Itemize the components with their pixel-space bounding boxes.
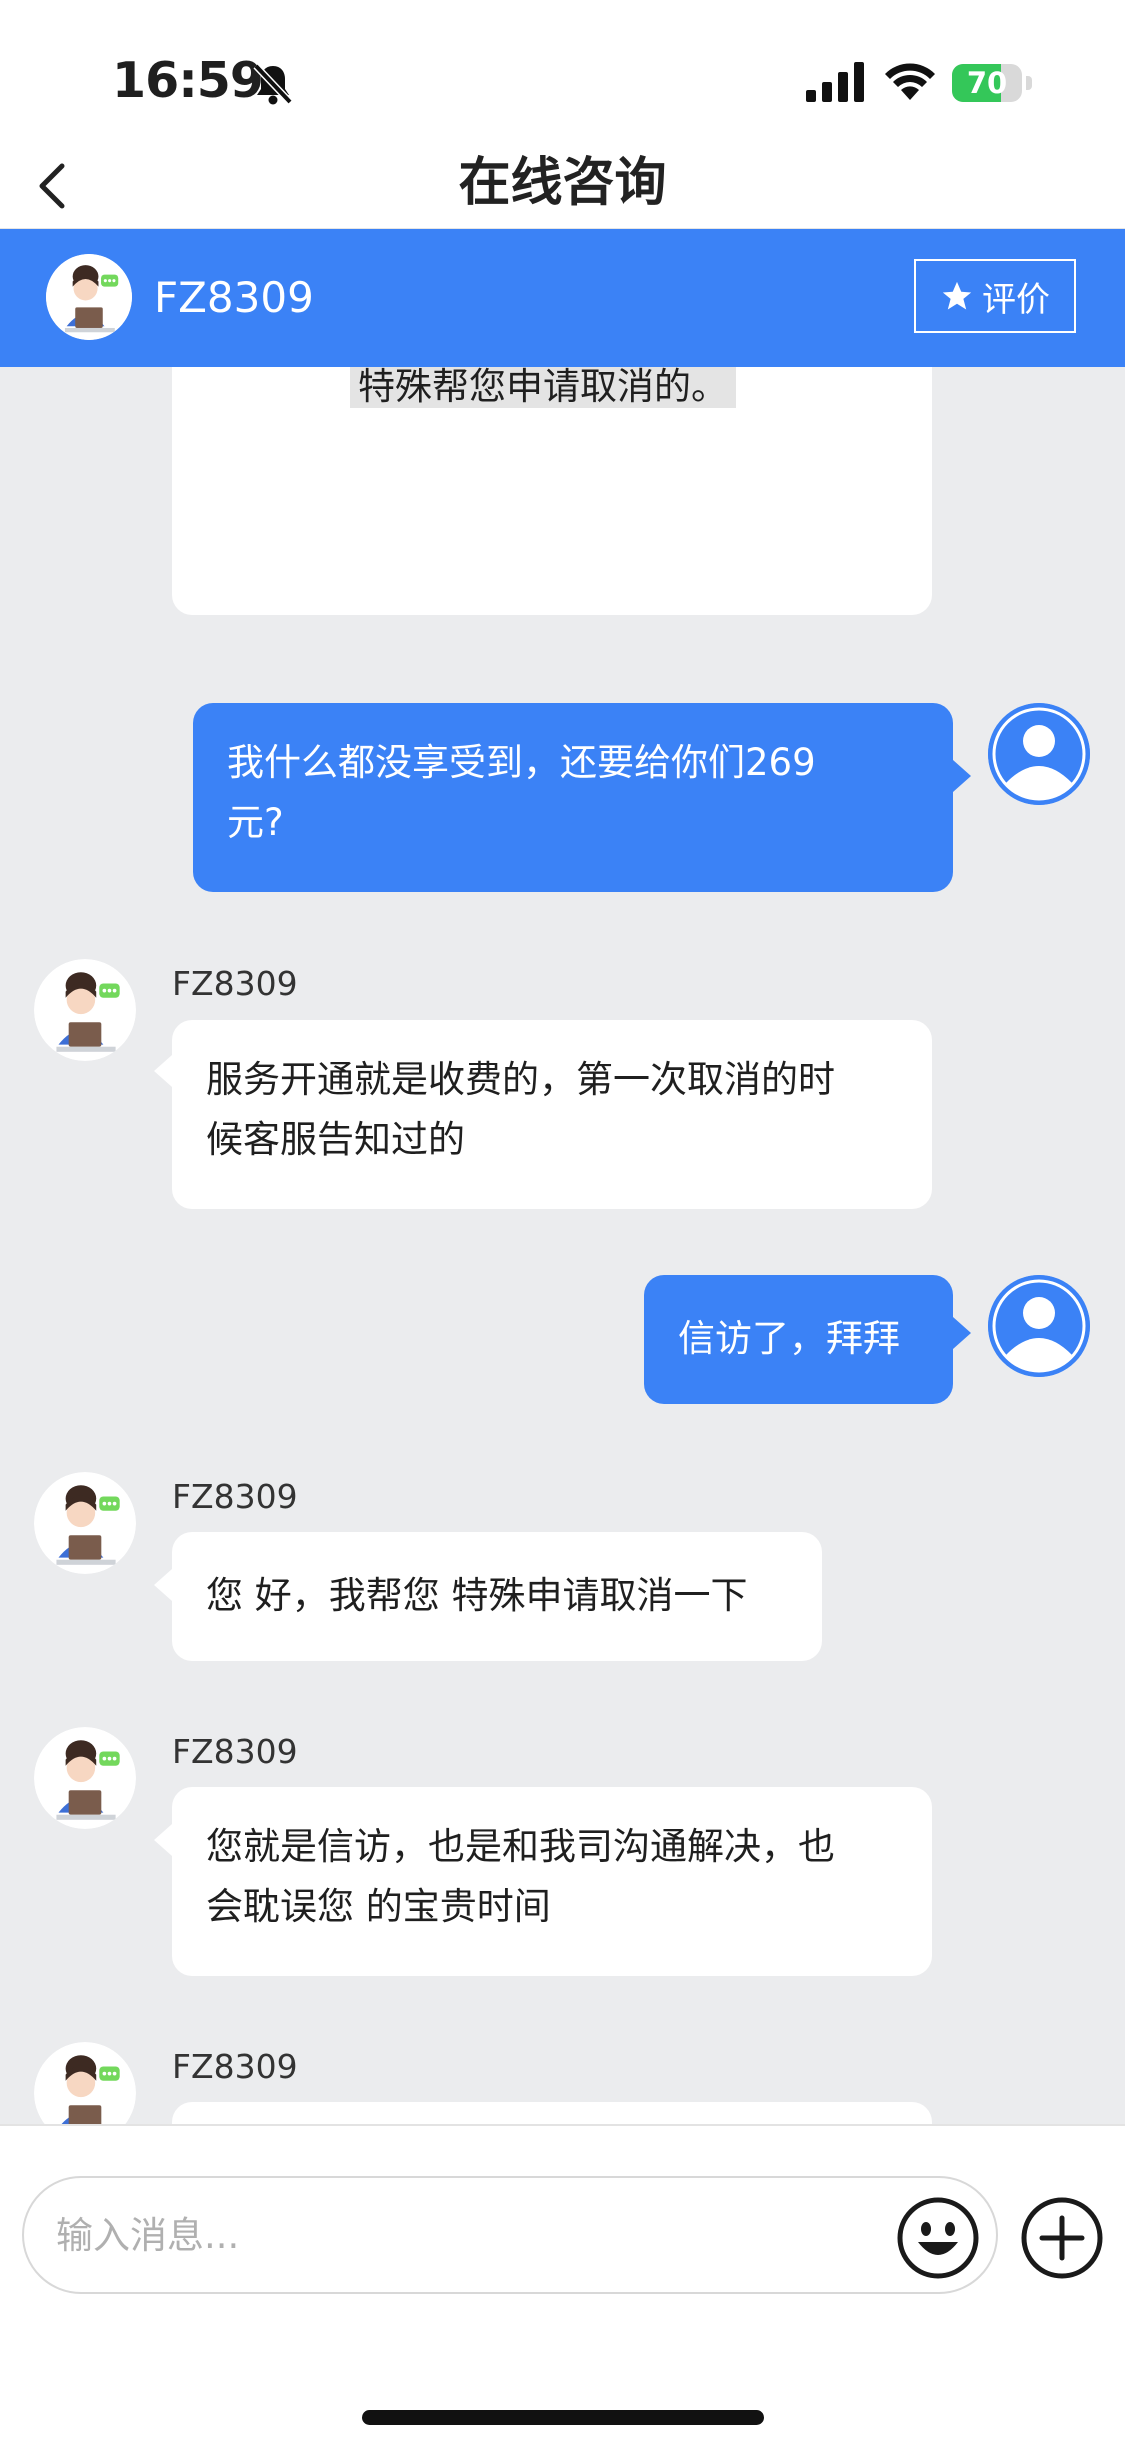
- agent-message-bubble: 您 好，我帮您 特殊申请取消一下: [172, 1532, 822, 1661]
- battery-level: 70: [966, 66, 1008, 100]
- agent-message-bubble: 特殊帮您申请取消的。: [172, 367, 932, 615]
- message-line: 您就是信访，也是和我司沟通解决，也: [206, 1825, 835, 1868]
- user-message-bubble: 信访了，拜拜: [644, 1275, 953, 1404]
- bubble-tail: [154, 1569, 172, 1601]
- bell-slash-icon: [253, 63, 293, 105]
- agent-message-bubble: 服务开通就是收费的，第一次取消的时 候客服告知过的: [172, 1020, 932, 1209]
- rate-label: 评价: [982, 279, 1050, 320]
- sender-name: FZ8309: [172, 1477, 298, 1516]
- user-avatar-icon: [988, 703, 1090, 805]
- rate-button[interactable]: 评价: [914, 259, 1076, 333]
- agent-avatar-icon: [34, 1727, 136, 1829]
- emoji-smile-icon[interactable]: [896, 2196, 980, 2280]
- bubble-tail: [154, 1824, 172, 1856]
- battery-charging-icon: 70: [952, 64, 1034, 102]
- sender-name: FZ8309: [172, 964, 298, 1003]
- input-bar: [0, 2124, 1125, 2441]
- wifi-icon: [885, 63, 935, 100]
- bubble-tail: [154, 1055, 172, 1087]
- user-message-bubble: 我什么都没享受到，还要给你们269 元?: [193, 703, 953, 892]
- nav-bar: 在线咨询: [0, 140, 1125, 230]
- page-title: 在线咨询: [458, 153, 667, 213]
- agent-avatar-icon: [46, 254, 132, 340]
- sender-name: FZ8309: [172, 1732, 298, 1771]
- message-line: 会耽误您 的宝贵时间: [206, 1885, 551, 1928]
- agent-name: FZ8309: [154, 273, 314, 322]
- message-line: 元?: [227, 801, 284, 844]
- bubble-tail: [953, 760, 971, 792]
- message-text: 信访了，拜拜: [678, 1317, 900, 1360]
- sender-name: FZ8309: [172, 2047, 298, 2086]
- agent-message-bubble: 您就是信访，也是和我司沟通解决，也 会耽误您 的宝贵时间: [172, 1787, 932, 1976]
- status-bar: 16:59 70: [0, 0, 1125, 150]
- star-icon: [942, 281, 972, 310]
- cellular-signal-icon: [806, 62, 864, 102]
- plus-circle-icon[interactable]: [1020, 2196, 1104, 2280]
- message-text: 特殊帮您申请取消的。: [350, 367, 736, 408]
- status-time: 16:59: [112, 52, 264, 109]
- user-avatar-icon: [988, 1275, 1090, 1377]
- message-text: 您 好，我帮您 特殊申请取消一下: [206, 1574, 748, 1617]
- agent-avatar-icon: [34, 1472, 136, 1574]
- agent-header: FZ8309 评价: [0, 229, 1125, 367]
- agent-message-bubble: [172, 2102, 932, 2124]
- message-line: 服务开通就是收费的，第一次取消的时: [206, 1058, 835, 1101]
- bubble-tail: [953, 1317, 971, 1349]
- agent-avatar-icon: [34, 2042, 136, 2124]
- message-input[interactable]: [22, 2176, 998, 2294]
- home-indicator[interactable]: [362, 2410, 764, 2425]
- message-line: 候客服告知过的: [206, 1118, 465, 1161]
- agent-avatar-icon: [34, 959, 136, 1061]
- chat-area[interactable]: 特殊帮您申请取消的。 我什么都没享受到，还要给你们269 元? FZ8309 服…: [0, 367, 1125, 2124]
- message-line: 我什么都没享受到，还要给你们269: [227, 741, 816, 784]
